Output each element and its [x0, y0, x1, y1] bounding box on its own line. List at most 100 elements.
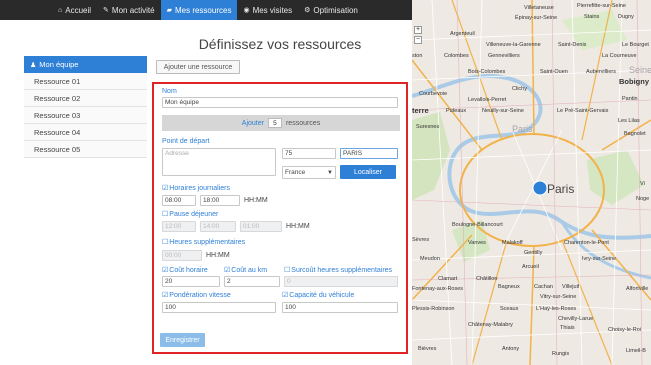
map-label: Neuilly-sur-Seine — [482, 108, 524, 114]
map-label: L'Haÿ-les-Roses — [536, 306, 577, 312]
sidebar-item-ressource-05[interactable]: Ressource 05 — [24, 141, 147, 158]
sidebar-item-label: Ressource 02 — [34, 93, 81, 103]
checkbox-unchecked-icon: ☐ — [162, 211, 169, 218]
zoom-in-button[interactable]: + — [414, 26, 422, 34]
map-marker-icon[interactable] — [533, 181, 547, 195]
vitesse-field[interactable]: 100 — [162, 302, 276, 313]
map-label-ghost: Paris — [512, 124, 533, 134]
localiser-button[interactable]: Localiser — [340, 165, 396, 179]
map-label: Stains — [584, 14, 600, 20]
cout-horaire-label[interactable]: ☑Coût horaire — [162, 266, 208, 274]
map-label: Villejuif — [562, 284, 580, 290]
supp-field[interactable]: 00:00 — [162, 250, 202, 261]
map-label: Colombes — [444, 53, 469, 59]
pause-start-field[interactable]: 12:00 — [162, 221, 196, 232]
capacite-label[interactable]: ☑Capacité du véhicule — [282, 291, 354, 299]
top-navbar: ⌂ Accueil ✎ Mon activité ▰ Mes ressource… — [0, 0, 412, 20]
nav-optimisation-label: Optimisation — [313, 5, 358, 15]
save-button[interactable]: Enregistrer — [160, 333, 205, 347]
map-marker-icon: ◉ — [243, 6, 250, 14]
sidebar-item-ressource-03[interactable]: Ressource 03 — [24, 107, 147, 124]
resource-form-panel: Nom Mon équipe Ajouter 5 ressources Poin… — [152, 82, 408, 354]
ajouter-suffix: ressources — [285, 119, 321, 127]
nav-accueil[interactable]: ⌂ Accueil — [52, 0, 97, 20]
sidebar-item-mon-equipe[interactable]: ♟ Mon équipe — [24, 56, 147, 73]
map-label: Charenton-le-Pont — [564, 240, 609, 246]
nav-mes-ressources-label: Mes ressources — [174, 5, 232, 15]
nom-label: Nom — [162, 88, 177, 95]
address-field[interactable]: Adresse — [162, 148, 276, 176]
map-label: Aubervilliers — [586, 69, 616, 75]
map-label: Noge — [636, 196, 650, 202]
map-view[interactable]: + − Villetaneuse Pierrefitte-sur-Seine É… — [412, 0, 651, 365]
zoom-out-button[interactable]: − — [414, 36, 422, 44]
checkbox-unchecked-icon: ☐ — [284, 267, 291, 274]
horaires-label[interactable]: ☑Horaires journaliers — [162, 184, 230, 192]
sidebar-item-ressource-02[interactable]: Ressource 02 — [24, 90, 147, 107]
add-resources-bar: Ajouter 5 ressources — [162, 115, 400, 131]
map-label: Clichy — [512, 86, 527, 92]
map-label: Dugny — [618, 14, 634, 20]
surcout-label[interactable]: ☐Surcoût heures supplémentaires — [284, 266, 392, 274]
checkbox-checked-icon: ☑ — [162, 292, 169, 299]
map-label: Arcueil — [522, 264, 539, 270]
capacite-field[interactable]: 100 — [282, 302, 398, 313]
checkbox-checked-icon: ☑ — [162, 185, 169, 192]
nav-mes-visites[interactable]: ◉ Mes visites — [237, 0, 298, 20]
caret-down-icon: ▼ — [327, 169, 333, 176]
add-resource-button[interactable]: Ajouter une ressource — [156, 60, 240, 74]
checkbox-checked-icon: ☑ — [224, 267, 231, 274]
map-label: Alfortville — [626, 286, 649, 292]
cout-km-label[interactable]: ☑Coût au km — [224, 266, 267, 274]
pause-label[interactable]: ☐Pause déjeuner — [162, 210, 218, 218]
home-icon: ⌂ — [58, 6, 63, 14]
car-icon: ▰ — [166, 6, 172, 14]
checkbox-unchecked-icon: ☐ — [162, 239, 169, 246]
checkbox-checked-icon: ☑ — [162, 267, 169, 274]
map-label: Les Lilas — [618, 118, 640, 124]
postal-code-field[interactable]: 75 — [282, 148, 336, 159]
supp-label[interactable]: ☐Heures supplémentaires — [162, 238, 245, 246]
page-title: Définissez vos ressources — [198, 36, 362, 52]
cout-km-label-text: Coût au km — [231, 267, 268, 274]
map-label: Levallois-Perret — [468, 97, 507, 103]
cout-km-field[interactable]: 2 — [224, 276, 280, 287]
horaires-end-field[interactable]: 18:00 — [200, 195, 240, 206]
nav-mon-activite-label: Mon activité — [111, 5, 155, 15]
map-label: Clamart — [438, 276, 458, 282]
cout-horaire-field[interactable]: 20 — [162, 276, 220, 287]
map-label: Puteaux — [446, 108, 467, 114]
sidebar-item-ressource-04[interactable]: Ressource 04 — [24, 124, 147, 141]
map-label: Villeneuve-la-Garenne — [486, 42, 541, 48]
surcout-field[interactable]: 0 — [284, 276, 398, 287]
map-label: Sceaux — [500, 306, 519, 312]
map-center-label: Paris — [547, 182, 575, 196]
pause-label-text: Pause déjeuner — [169, 211, 219, 218]
resource-count-input[interactable]: 5 — [267, 118, 282, 128]
map-label: Bagneux — [498, 284, 520, 290]
pause-duration-field[interactable]: 01:00 — [240, 221, 282, 232]
nav-optimisation[interactable]: ⚙ Optimisation — [298, 0, 364, 20]
map-label: Chevilly-Larue — [558, 316, 594, 322]
city-field[interactable]: PARIS — [340, 148, 398, 159]
ajouter-link[interactable]: Ajouter — [242, 120, 264, 127]
map-label: Limeil-B — [626, 348, 646, 354]
pause-end-field[interactable]: 14:00 — [200, 221, 236, 232]
sidebar-item-ressource-01[interactable]: Ressource 01 — [24, 73, 147, 90]
nav-mon-activite[interactable]: ✎ Mon activité — [97, 0, 161, 20]
nav-mes-ressources[interactable]: ▰ Mes ressources — [160, 0, 238, 20]
depart-label: Point de départ — [162, 138, 210, 145]
map-label: Gentilly — [524, 250, 543, 256]
vitesse-label-text: Pondération vitesse — [169, 292, 231, 299]
horaires-start-field[interactable]: 08:00 — [162, 195, 196, 206]
map-label: Le Pré-Saint-Gervais — [557, 108, 609, 114]
nav-accueil-label: Accueil — [65, 5, 92, 15]
map-label: Pierrefitte-sur-Seine — [577, 3, 626, 9]
vitesse-label[interactable]: ☑Pondération vitesse — [162, 291, 231, 299]
gear-icon: ⚙ — [304, 6, 311, 14]
map-label: Cachan — [534, 284, 553, 290]
country-select[interactable]: France ▼ — [282, 166, 336, 179]
map-label: Saint-Ouen — [540, 69, 568, 75]
map-label: Bagnolet — [624, 131, 646, 137]
nom-field[interactable]: Mon équipe — [162, 97, 398, 108]
